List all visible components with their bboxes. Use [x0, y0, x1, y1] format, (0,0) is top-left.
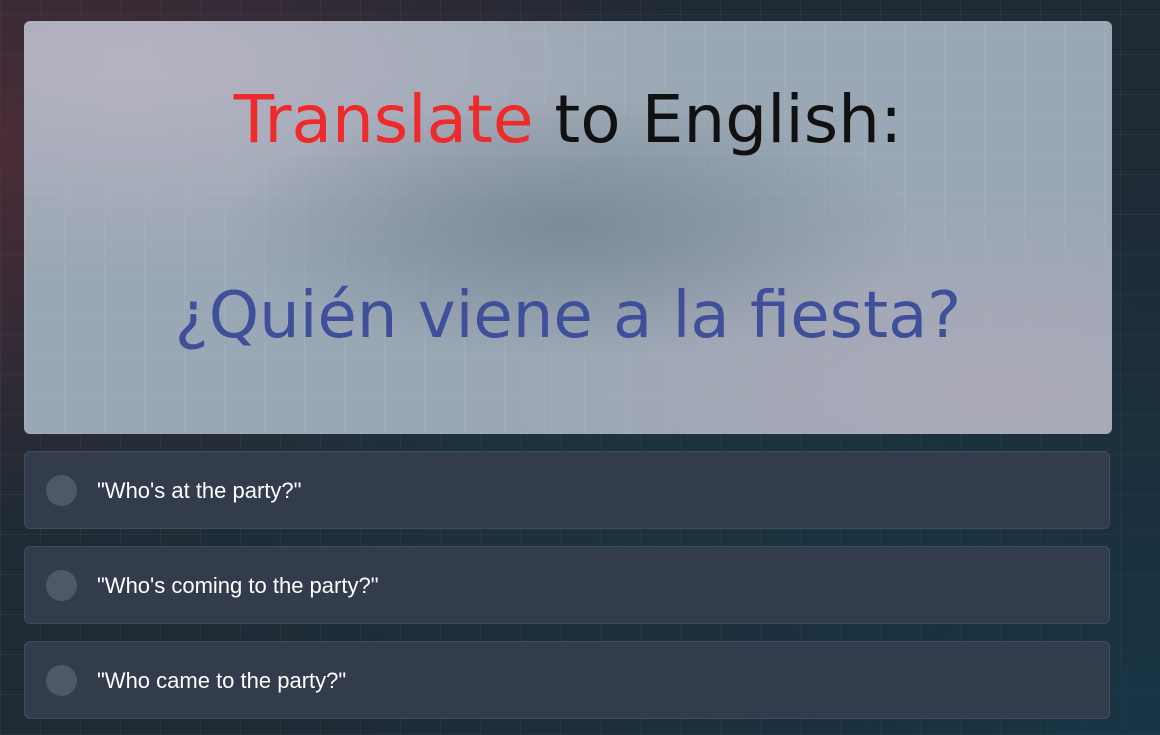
answer-option-1[interactable]: "Who's at the party?"	[24, 451, 1110, 529]
prompt-rest-text: to English:	[533, 81, 903, 158]
answer-option-3[interactable]: "Who came to the party?"	[24, 641, 1110, 719]
prompt-highlight-word: Translate	[233, 81, 534, 158]
answer-option-2[interactable]: "Who's coming to the party?"	[24, 546, 1110, 624]
radio-button-icon[interactable]	[46, 475, 77, 506]
radio-button-icon[interactable]	[46, 665, 77, 696]
question-card: Translate to English: ¿Quién viene a la …	[24, 21, 1112, 434]
answer-label: "Who's coming to the party?"	[97, 573, 379, 598]
answer-label: "Who's at the party?"	[97, 478, 302, 503]
question-prompt: Translate to English:	[24, 75, 1112, 165]
spanish-phrase: ¿Quién viene a la fiesta?	[174, 279, 962, 353]
radio-button-icon[interactable]	[46, 570, 77, 601]
answer-label: "Who came to the party?"	[97, 668, 347, 693]
